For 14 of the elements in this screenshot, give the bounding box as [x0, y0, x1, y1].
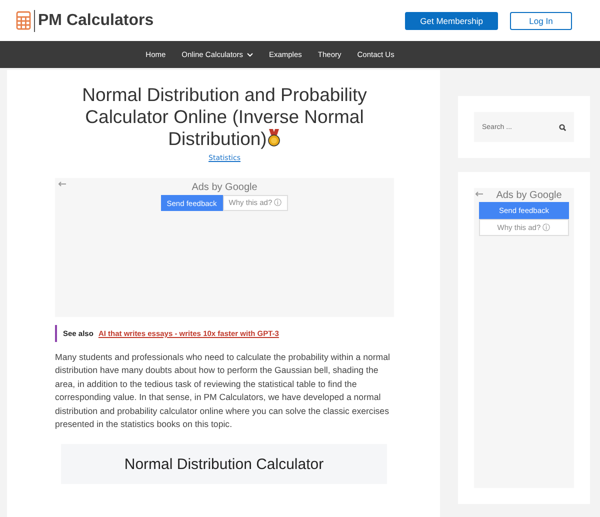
caret-icon [246, 52, 253, 56]
membership-button[interactable]: Get Membership [405, 12, 498, 30]
ad-label: Ads by Google [496, 190, 562, 201]
site-logo[interactable]: PM Calculators [34, 10, 154, 32]
medal-icon [266, 129, 281, 147]
login-button[interactable]: Log In [510, 12, 572, 30]
calculator-heading: Normal Distribution Calculator [61, 444, 387, 484]
search-icon[interactable] [559, 124, 566, 130]
back-arrow-icon[interactable] [58, 181, 66, 187]
intro-paragraph: Many students and professionals who need to calculate the probability within a normal distribution have many doubts about how to perform the Gaussian bell, shading the area, in addition to the tedious task of reviewing the statistical table to find the corresponding value. In that sense, in PM Calculators, we have developed a normal distribution and probability calculator online where you can solve the classic exercises presented in the statistics books on this topic. [55, 351, 391, 432]
page-title: Normal Distribution and Probability Calculator Online (Inverse Normal Distribution) [81, 84, 368, 150]
back-arrow-icon[interactable] [475, 191, 483, 197]
ad-label: Ads by Google [192, 182, 258, 193]
calculator-icon[interactable] [16, 11, 31, 30]
